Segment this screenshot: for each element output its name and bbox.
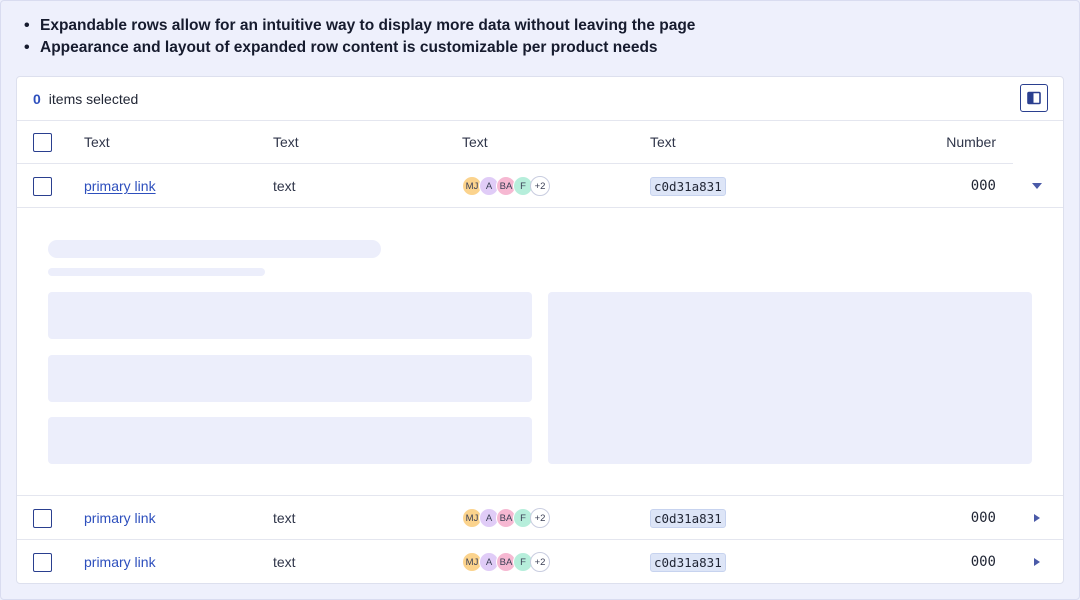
side-panel-icon — [1027, 91, 1041, 105]
table-row[interactable]: primary link text MJ A BA F +2 c0d31a831… — [17, 164, 1063, 208]
row-text: text — [273, 178, 296, 194]
select-all-checkbox[interactable] — [33, 132, 52, 152]
avatar-overflow[interactable]: +2 — [530, 176, 550, 196]
primary-link[interactable]: primary link — [84, 510, 156, 526]
avatar-overflow[interactable]: +2 — [530, 508, 550, 528]
table-row[interactable]: primary link text MJ A BA F +2 c0d31a831… — [17, 540, 1063, 583]
description-list: • Expandable rows allow for an intuitive… — [24, 15, 695, 59]
row-number: 000 — [970, 510, 996, 526]
skeleton-subtitle — [48, 268, 265, 276]
description-text: Expandable rows allow for an intuitive w… — [40, 17, 696, 34]
expand-row-button[interactable] — [1027, 496, 1047, 540]
expanded-row-content — [17, 208, 1063, 496]
avatar-group[interactable]: MJ A BA F +2 — [462, 552, 550, 572]
column-header[interactable]: Text — [650, 134, 676, 150]
avatar-overflow[interactable]: +2 — [530, 552, 550, 572]
selection-bar: 0 items selected — [17, 77, 1063, 121]
row-number: 000 — [970, 178, 996, 194]
row-checkbox[interactable] — [33, 508, 52, 528]
column-header[interactable]: Text — [273, 134, 299, 150]
selected-count: 0 — [33, 90, 41, 107]
data-table: 0 items selected Text Text Text Text Num… — [16, 76, 1064, 584]
row-checkbox[interactable] — [33, 176, 52, 196]
code-tag: c0d31a831 — [650, 176, 726, 196]
row-checkbox[interactable] — [33, 552, 52, 572]
primary-link[interactable]: primary link — [84, 554, 156, 570]
skeleton-block — [48, 417, 532, 464]
description-text: Appearance and layout of expanded row co… — [40, 39, 658, 56]
row-number: 000 — [970, 554, 996, 570]
avatar-group[interactable]: MJ A BA F +2 — [462, 176, 550, 196]
description-item: • Expandable rows allow for an intuitive… — [24, 15, 695, 37]
column-header[interactable]: Text — [462, 134, 488, 150]
primary-link[interactable]: primary link — [84, 178, 156, 194]
selected-label: items selected — [48, 90, 139, 107]
skeleton-block — [48, 355, 532, 402]
toggle-panel-button[interactable] — [1020, 84, 1048, 112]
description-item: • Appearance and layout of expanded row … — [24, 37, 695, 59]
collapse-row-button[interactable] — [1027, 164, 1047, 208]
expand-row-button[interactable] — [1027, 540, 1047, 583]
caret-right-icon — [1034, 558, 1040, 566]
code-tag: c0d31a831 — [650, 508, 726, 528]
bullet-glyph: • — [24, 17, 30, 34]
skeleton-block — [48, 292, 532, 339]
avatar-group[interactable]: MJ A BA F +2 — [462, 508, 550, 528]
table-header-row: Text Text Text Text Number — [17, 120, 1063, 164]
bullet-glyph: • — [24, 39, 30, 56]
row-text: text — [273, 554, 296, 570]
caret-right-icon — [1034, 514, 1040, 522]
skeleton-panel — [548, 292, 1032, 464]
table-row[interactable]: primary link text MJ A BA F +2 c0d31a831… — [17, 496, 1063, 540]
column-header-number[interactable]: Number — [946, 134, 996, 150]
skeleton-title — [48, 240, 381, 258]
row-text: text — [273, 510, 296, 526]
caret-down-icon — [1032, 183, 1042, 189]
code-tag: c0d31a831 — [650, 552, 726, 572]
column-header[interactable]: Text — [84, 134, 110, 150]
